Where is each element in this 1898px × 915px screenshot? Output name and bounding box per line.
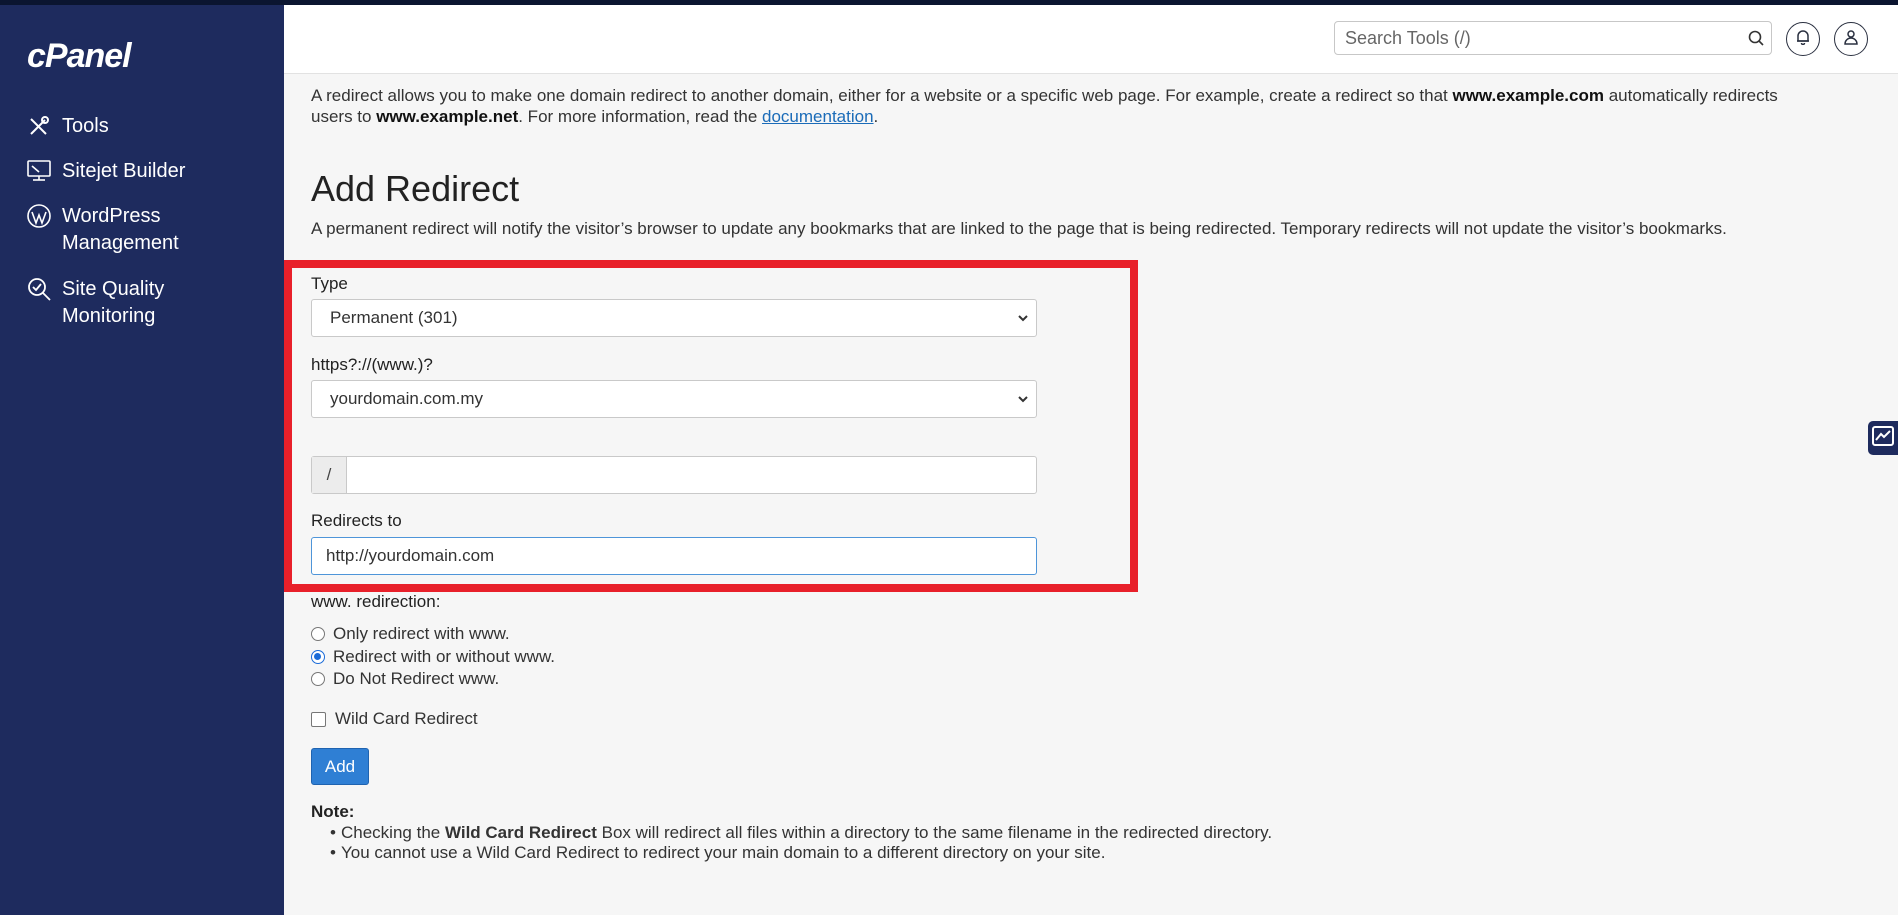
- redirects-to-label: Redirects to: [311, 511, 402, 530]
- radio-label: Only redirect with www.: [333, 624, 510, 643]
- sidebar-item-tools[interactable]: Tools: [26, 113, 109, 140]
- search-box: [1334, 21, 1772, 55]
- sidebar-item-label-line2: Management: [62, 232, 179, 254]
- intro-part3: . For more information, read the: [518, 107, 763, 126]
- www-redirection-label: www. redirection:: [311, 592, 441, 611]
- intro-part4: .: [873, 107, 879, 126]
- search-input[interactable]: [1335, 22, 1741, 54]
- intro-example-com: www.example.com: [1452, 86, 1604, 105]
- chevron-down-icon: [1016, 390, 1030, 413]
- monitor-icon: [26, 158, 52, 184]
- cpanel-logo[interactable]: cPanel: [27, 37, 132, 76]
- form-description: A permanent redirect will notify the vis…: [311, 219, 1727, 238]
- stats-side-tab[interactable]: [1868, 421, 1898, 455]
- type-label: Type: [311, 274, 348, 293]
- sidebar-item-label: Sitejet Builder: [62, 160, 186, 182]
- intro-part1: A redirect allows you to make one domain…: [311, 86, 1453, 105]
- sidebar-item-wordpress[interactable]: WordPress Management: [26, 203, 179, 257]
- intro-example-net: www.example.net: [376, 107, 519, 126]
- sidebar-item-label: Site Quality: [62, 278, 165, 300]
- note-title: Note:: [311, 802, 355, 821]
- bullet: •: [330, 823, 336, 842]
- header: [284, 5, 1898, 74]
- wildcard-label: Wild Card Redirect: [335, 709, 478, 728]
- radio-label: Redirect with or without www.: [333, 647, 556, 666]
- radio-button-selected[interactable]: [311, 650, 325, 664]
- domain-select[interactable]: yourdomain.com.my: [311, 380, 1037, 418]
- page-title: Add Redirect: [311, 168, 520, 209]
- radio-with-or-without-www[interactable]: Redirect with or without www.: [311, 647, 555, 667]
- search-icon[interactable]: [1741, 30, 1771, 46]
- note-item: • Checking the Wild Card Redirect Box wi…: [330, 823, 1273, 843]
- type-select[interactable]: Permanent (301): [311, 299, 1037, 337]
- radio-label: Do Not Redirect www.: [333, 669, 500, 688]
- documentation-link[interactable]: documentation: [762, 107, 874, 126]
- note-item: • You cannot use a Wild Card Redirect to…: [330, 843, 1106, 863]
- chevron-down-icon: [1016, 309, 1030, 332]
- tools-icon: [26, 113, 52, 139]
- sidebar-item-label: Tools: [62, 115, 109, 137]
- sidebar-item-label: WordPress: [62, 205, 161, 227]
- wordpress-icon: [26, 203, 52, 229]
- notifications-button[interactable]: [1786, 22, 1820, 56]
- radio-button[interactable]: [311, 672, 325, 686]
- sidebar: cPanel Tools Sitejet Builder WordPress M: [0, 5, 284, 915]
- domain-select-value: yourdomain.com.my: [330, 389, 484, 408]
- radio-only-with-www[interactable]: Only redirect with www.: [311, 624, 510, 644]
- note-item1-pre: Checking the: [341, 823, 445, 842]
- user-icon: [1844, 29, 1858, 50]
- radio-button[interactable]: [311, 627, 325, 641]
- note-item1-bold: Wild Card Redirect: [444, 823, 597, 842]
- radio-do-not-redirect-www[interactable]: Do Not Redirect www.: [311, 669, 499, 689]
- path-input[interactable]: [347, 457, 1036, 493]
- sidebar-item-site-quality[interactable]: Site Quality Monitoring: [26, 276, 164, 330]
- note-item1-post: Box will redirect all files within a dir…: [596, 823, 1273, 842]
- chart-trend-icon: [1872, 425, 1894, 451]
- bullet: •: [330, 843, 336, 862]
- intro-text: A redirect allows you to make one domain…: [311, 85, 1791, 127]
- user-menu-button[interactable]: [1834, 22, 1868, 56]
- type-select-value: Permanent (301): [330, 308, 458, 327]
- wildcard-redirect-checkbox-row[interactable]: Wild Card Redirect: [311, 709, 478, 729]
- sidebar-item-label-line2: Monitoring: [62, 305, 156, 327]
- sidebar-item-sitejet[interactable]: Sitejet Builder: [26, 158, 185, 185]
- path-input-group: /: [311, 456, 1037, 494]
- magnifier-check-icon: [26, 276, 52, 302]
- bell-icon: [1796, 29, 1810, 50]
- note-item2: You cannot use a Wild Card Redirect to r…: [341, 843, 1106, 862]
- redirects-to-input[interactable]: [311, 537, 1037, 575]
- domain-label: https?://(www.)?: [311, 355, 433, 374]
- path-prefix: /: [312, 457, 347, 493]
- add-button[interactable]: Add: [311, 748, 369, 785]
- wildcard-checkbox[interactable]: [311, 711, 326, 727]
